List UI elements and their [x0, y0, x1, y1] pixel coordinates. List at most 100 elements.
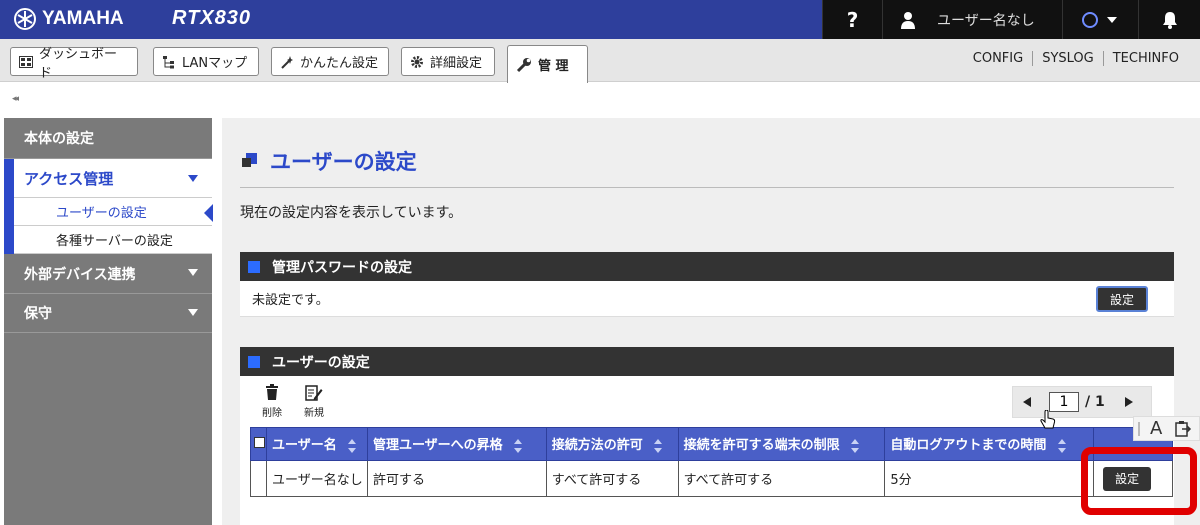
new-user-button[interactable]: 新規 [304, 384, 324, 419]
tab-easy-setup[interactable]: かんたん設定 [271, 47, 389, 76]
new-label: 新規 [304, 408, 324, 419]
clipboard-icon[interactable] [1174, 420, 1192, 438]
help-label: ? [846, 7, 859, 32]
prev-page-icon[interactable] [1023, 397, 1031, 407]
row-select-cell [250, 460, 267, 497]
tab-label: LANマップ [182, 56, 248, 71]
intro-text: 現在の設定内容を表示しています。 [240, 205, 463, 221]
column-label: 自動ログアウトまでの時間 [890, 438, 1047, 454]
select-all-checkbox[interactable] [254, 436, 265, 448]
button-label: 設定 [1109, 292, 1134, 307]
help-button[interactable]: ? [822, 0, 882, 39]
top-links: CONFIG SYSLOG TECHINFO [964, 51, 1188, 66]
sidebar-item-user-settings[interactable]: ユーザーの設定 [14, 198, 213, 226]
next-page-icon[interactable] [1124, 397, 1133, 407]
notification-button[interactable] [1138, 0, 1200, 39]
sidebar: 本体の設定 アクセス管理 ユーザーの設定 各種サーバーの設定 外部デバイス連携 … [4, 118, 213, 525]
page-title: ユーザーの設定 [240, 146, 417, 176]
trash-icon [266, 384, 278, 400]
column-header-auto-logout[interactable]: 自動ログアウトまでの時間 [884, 427, 1095, 461]
table-header-row: ユーザー名 管理ユーザーへの昇格 接続方法の許可 接続を許可する端末の制限 自動… [250, 427, 1173, 461]
tab-label: ダッシュボード [39, 46, 118, 81]
font-size-button[interactable]: A [1150, 418, 1162, 439]
section-title: ユーザーの設定 [272, 355, 370, 371]
delete-label: 削除 [262, 408, 282, 419]
sidebar-item-maintenance[interactable]: 保守 [4, 294, 212, 333]
tab-dashboard[interactable]: ダッシュボード [10, 47, 138, 81]
sort-icon [348, 438, 357, 453]
section-title: 管理パスワードの設定 [272, 260, 412, 276]
config-link[interactable]: CONFIG [964, 51, 1032, 66]
page-number-input[interactable] [1049, 392, 1079, 412]
user-settings-section-header: ユーザーの設定 [240, 347, 1174, 377]
tab-lan-map[interactable]: LANマップ [153, 47, 259, 76]
tab-management[interactable]: 管 理 [507, 45, 588, 83]
column-label: 接続方法の許可 [551, 438, 643, 454]
dashboard-icon [19, 55, 33, 68]
syslog-link[interactable]: SYSLOG [1032, 51, 1103, 66]
sidebar-item-label: ユーザーの設定 [56, 206, 147, 221]
page-total: / 1 [1085, 394, 1105, 410]
top-header: YAMAHA RTX830 ? ユーザー名なし [0, 0, 1200, 39]
admin-password-status: 未設定です。 [252, 293, 329, 308]
cell-username: ユーザー名なし [265, 460, 368, 497]
admin-password-row: 未設定です。 [240, 281, 1174, 317]
table-row: ユーザー名なし 許可する すべて許可する すべて許可する 5分 設定 [250, 460, 1173, 497]
column-header-username[interactable]: ユーザー名 [265, 427, 368, 461]
sidebar-item-body-settings[interactable]: 本体の設定 [4, 118, 212, 159]
sidebar-item-server-settings[interactable]: 各種サーバーの設定 [14, 226, 212, 254]
bell-icon [1162, 11, 1177, 29]
sort-icon [851, 438, 860, 453]
user-icon [901, 11, 915, 29]
delete-button[interactable]: 削除 [262, 384, 282, 419]
sidebar-item-label: アクセス管理 [24, 169, 114, 188]
admin-password-settings-button[interactable]: 設定 [1096, 286, 1148, 312]
user-table: ユーザー名 管理ユーザーへの昇格 接続方法の許可 接続を許可する端末の制限 自動… [250, 427, 1173, 497]
sidebar-item-label: 保守 [24, 306, 52, 322]
column-header-terminal-restriction[interactable]: 接続を許可する端末の制限 [677, 427, 886, 461]
techinfo-link[interactable]: TECHINFO [1102, 51, 1188, 66]
column-label: ユーザー名 [271, 438, 337, 454]
cell-connection-method: すべて許可する [545, 460, 679, 497]
grip-icon [1138, 421, 1140, 436]
status-dropdown[interactable] [1062, 0, 1138, 39]
sidebar-group-access-management: アクセス管理 ユーザーの設定 各種サーバーの設定 [4, 159, 213, 254]
main-tab-bar: ダッシュボード LANマップ かんたん設定 詳細設定 管 理 CONFIG SY… [0, 39, 1200, 83]
highlight-box [1081, 447, 1197, 515]
sidebar-item-label: 本体の設定 [24, 131, 94, 147]
page-title-text: ユーザーの設定 [270, 150, 417, 174]
new-edit-icon [305, 385, 323, 401]
sidebar-item-label: 各種サーバーの設定 [56, 234, 173, 249]
yamaha-logo[interactable]: YAMAHA [14, 7, 124, 31]
tab-advanced-settings[interactable]: 詳細設定 [401, 47, 495, 76]
chevron-down-icon [1106, 16, 1117, 23]
column-header-connection-method[interactable]: 接続方法の許可 [545, 427, 679, 461]
collapse-sidebar-button[interactable]: ◂◂ [12, 94, 19, 104]
wrench-icon [516, 57, 532, 73]
cell-terminal: すべて許可する [677, 460, 886, 497]
chevron-down-icon [188, 269, 198, 276]
gear-icon [410, 55, 424, 69]
user-menu[interactable]: ユーザー名なし [882, 0, 1062, 39]
sidebar-item-access-management[interactable]: アクセス管理 [14, 159, 212, 198]
column-label: 管理ユーザーへの昇格 [372, 438, 503, 454]
hand-cursor-icon [1040, 410, 1056, 429]
sort-icon [514, 438, 523, 453]
sidebar-item-external-devices[interactable]: 外部デバイス連携 [4, 254, 212, 294]
floating-text-tool: A [1133, 416, 1200, 441]
sort-icon [654, 438, 663, 453]
tab-label: かんたん設定 [300, 56, 379, 71]
sidebar-item-label: 外部デバイス連携 [24, 266, 136, 283]
tab-label: 管 理 [538, 59, 569, 74]
select-all-cell [250, 427, 267, 461]
section-square-icon [248, 356, 260, 368]
column-label: 接続を許可する端末の制限 [683, 438, 840, 454]
title-divider [240, 187, 1174, 188]
cell-auto-logout: 5分 [884, 460, 1095, 497]
section-square-icon [248, 261, 260, 273]
title-squares-icon [240, 151, 260, 171]
tab-label: 詳細設定 [430, 56, 483, 71]
column-header-admin-promotion[interactable]: 管理ユーザーへの昇格 [366, 427, 547, 461]
chevron-down-icon [188, 309, 198, 316]
admin-password-section-header: 管理パスワードの設定 [240, 252, 1174, 282]
